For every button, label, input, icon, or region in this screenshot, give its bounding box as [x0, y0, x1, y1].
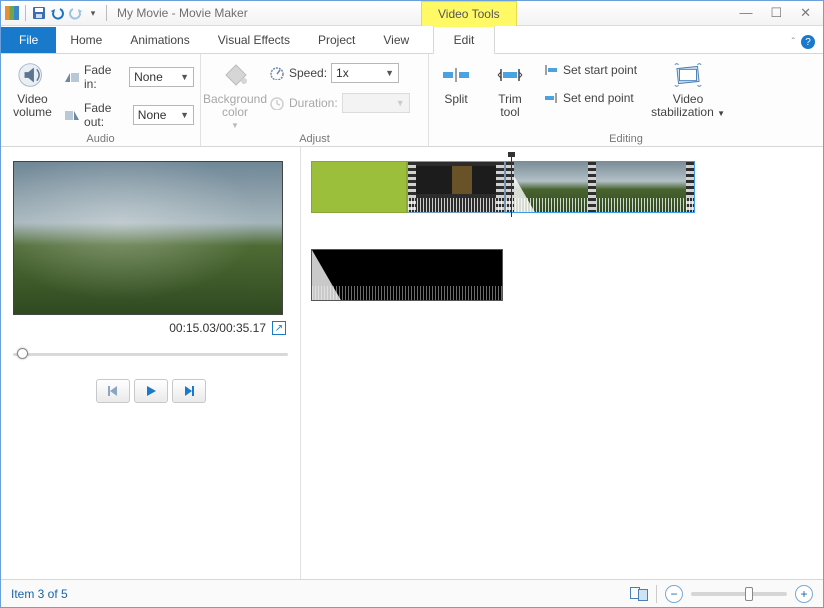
preview-video[interactable]	[13, 161, 283, 315]
qat-customize-icon[interactable]: ▾	[84, 4, 102, 22]
split-label: Split	[444, 93, 467, 106]
context-tab-video-tools[interactable]: Video Tools	[421, 1, 517, 26]
video-stabilization-button[interactable]: Video stabilization ▼	[649, 57, 727, 119]
seek-slider[interactable]	[13, 345, 288, 363]
fade-out-value: None	[138, 108, 167, 122]
zoom-in-button[interactable]: +	[795, 585, 813, 603]
group-label-editing: Editing	[435, 131, 817, 145]
fade-in-icon	[64, 70, 80, 84]
fullscreen-icon[interactable]: ↗	[272, 321, 286, 335]
duration-icon	[269, 96, 285, 110]
help-icon[interactable]: ?	[801, 35, 815, 49]
fade-in-combo[interactable]: None ▼	[129, 67, 194, 87]
duration-combo: ▼	[342, 93, 410, 113]
tab-view[interactable]: View	[369, 27, 423, 53]
set-start-icon	[543, 64, 559, 76]
save-icon[interactable]	[30, 4, 48, 22]
seek-thumb[interactable]	[17, 348, 28, 359]
separator	[656, 585, 657, 603]
split-button[interactable]: Split	[435, 57, 477, 106]
set-end-point-button[interactable]: Set end point	[543, 91, 637, 105]
speed-combo[interactable]: 1x ▼	[331, 63, 399, 83]
set-start-point-button[interactable]: Set start point	[543, 63, 637, 77]
speed-label: Speed:	[289, 66, 327, 80]
chevron-down-icon: ▼	[396, 98, 405, 108]
preview-pane: 00:15.03/00:35.17 ↗	[1, 147, 301, 579]
clip-title[interactable]	[311, 161, 407, 213]
fade-in-label: Fade in:	[84, 63, 125, 91]
background-color-label: Background color	[203, 93, 267, 119]
speed-value: 1x	[336, 66, 349, 80]
set-start-label: Set start point	[563, 63, 637, 77]
chevron-down-icon: ▼	[231, 121, 239, 130]
tab-project[interactable]: Project	[304, 27, 369, 53]
fade-in-value: None	[134, 70, 163, 84]
minimize-button[interactable]: —	[739, 5, 752, 21]
clip-2[interactable]	[407, 161, 505, 213]
speaker-icon	[17, 59, 49, 91]
chevron-down-icon: ▼	[180, 110, 189, 120]
chevron-down-icon: ▼	[385, 68, 394, 78]
close-button[interactable]: ✕	[800, 5, 811, 21]
status-bar: Item 3 of 5 − +	[1, 579, 823, 607]
set-end-label: Set end point	[563, 91, 634, 105]
chevron-down-icon: ▼	[180, 72, 189, 82]
previous-frame-button[interactable]	[96, 379, 130, 403]
group-label-audio: Audio	[7, 131, 194, 145]
undo-icon[interactable]	[48, 4, 66, 22]
next-frame-button[interactable]	[172, 379, 206, 403]
set-end-icon	[543, 92, 559, 104]
clip-4[interactable]	[311, 249, 503, 301]
split-icon	[440, 59, 472, 91]
fade-out-icon	[64, 108, 80, 122]
tab-file[interactable]: File	[1, 27, 56, 53]
zoom-slider[interactable]	[691, 592, 787, 596]
maximize-button[interactable]: ☐	[770, 5, 782, 21]
clip-3-selected[interactable]	[505, 161, 695, 213]
ribbon-tabs: File Home Animations Visual Effects Proj…	[1, 26, 823, 54]
video-volume-label: Video volume	[13, 93, 52, 119]
duration-label: Duration:	[289, 96, 338, 110]
paint-bucket-icon	[219, 59, 251, 91]
separator	[106, 5, 107, 21]
video-volume-button[interactable]: Video volume	[7, 57, 58, 119]
window-title: My Movie - Movie Maker	[117, 6, 248, 20]
ribbon: Video volume Fade in: None ▼ Fade out: No…	[1, 54, 823, 147]
redo-icon[interactable]	[66, 4, 84, 22]
fade-out-label: Fade out:	[84, 101, 129, 129]
timeline-row-2	[311, 249, 813, 301]
seek-track	[13, 353, 288, 356]
timeline-pane[interactable]	[301, 147, 823, 579]
trim-icon	[494, 59, 526, 91]
timeline-row-1	[311, 161, 813, 213]
stabilization-icon	[672, 59, 704, 91]
zoom-thumb[interactable]	[745, 587, 753, 601]
group-label-adjust: Adjust	[207, 131, 422, 145]
trim-tool-button[interactable]: Trim tool	[489, 57, 531, 119]
playhead[interactable]	[511, 155, 512, 217]
app-icon	[5, 6, 19, 20]
background-color-button: Background color ▼	[207, 57, 263, 130]
stabilization-label: Video stabilization ▼	[651, 93, 725, 119]
speed-icon	[269, 66, 285, 80]
playback-time: 00:15.03/00:35.17	[169, 321, 266, 335]
collapse-ribbon-icon[interactable]: ˆ	[792, 37, 795, 48]
tab-home[interactable]: Home	[56, 27, 116, 53]
chevron-down-icon: ▼	[717, 109, 725, 118]
view-toggle-icon[interactable]	[630, 587, 648, 601]
trim-label: Trim tool	[498, 93, 522, 119]
tab-edit[interactable]: Edit	[433, 25, 495, 54]
workspace: 00:15.03/00:35.17 ↗	[1, 147, 823, 579]
separator	[25, 5, 26, 21]
title-bar: ▾ My Movie - Movie Maker Video Tools — ☐…	[1, 1, 823, 26]
zoom-out-button[interactable]: −	[665, 585, 683, 603]
tab-animations[interactable]: Animations	[116, 27, 203, 53]
play-button[interactable]	[134, 379, 168, 403]
fade-out-combo[interactable]: None ▼	[133, 105, 194, 125]
status-text: Item 3 of 5	[11, 587, 68, 601]
tab-visual-effects[interactable]: Visual Effects	[204, 27, 304, 53]
